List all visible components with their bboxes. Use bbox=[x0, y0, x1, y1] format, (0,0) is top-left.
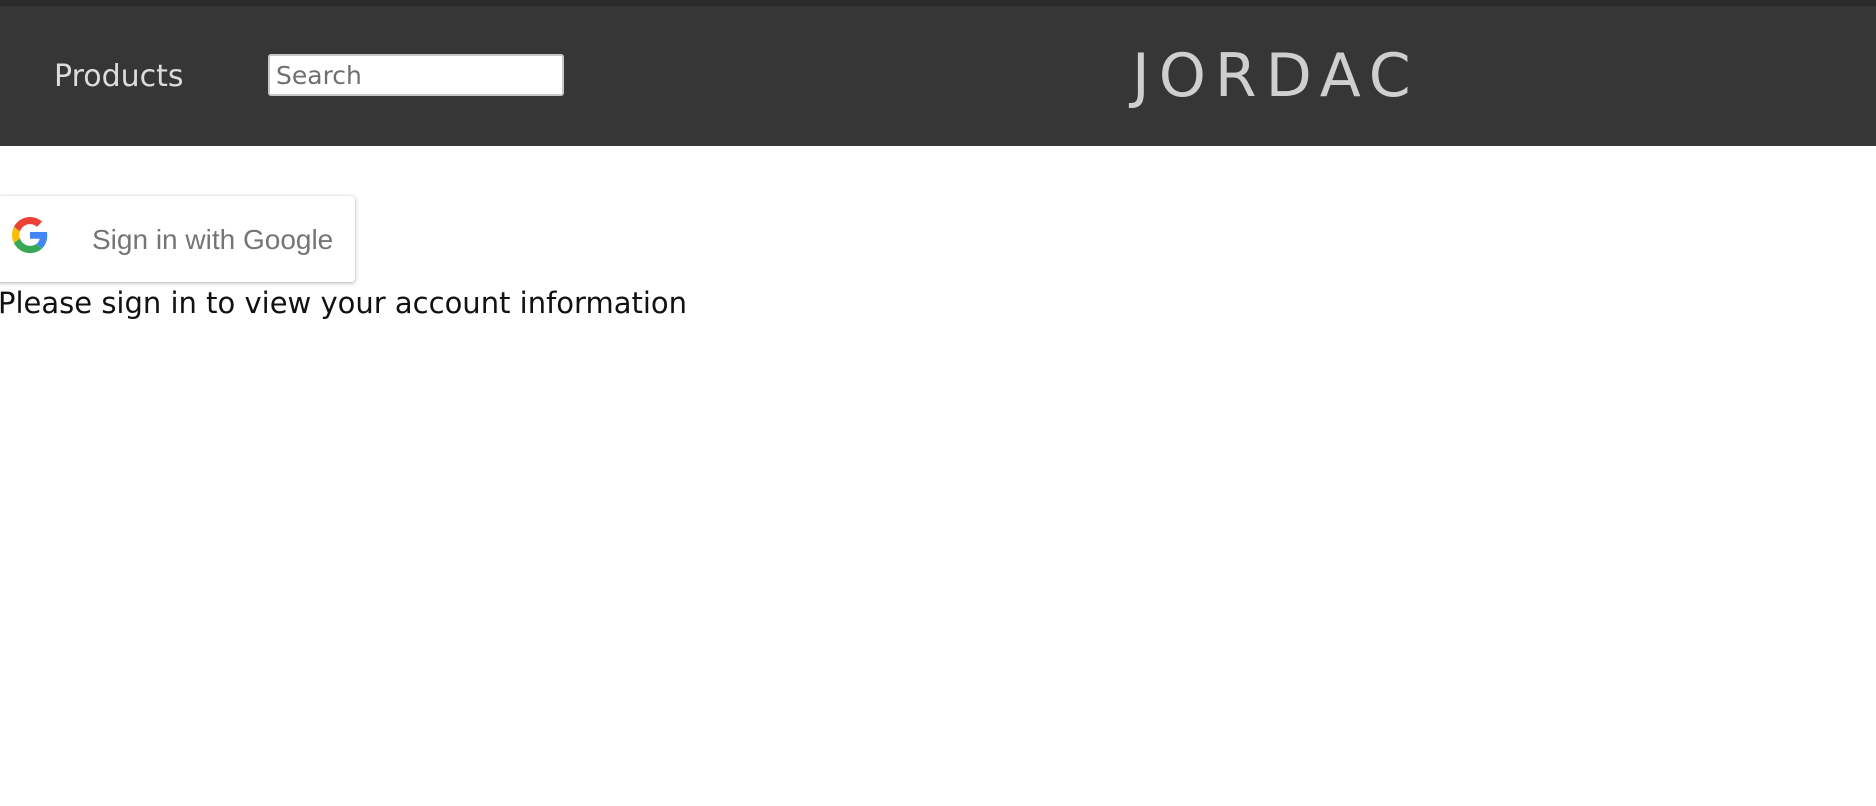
site-logo[interactable]: JORDAC bbox=[1132, 36, 1420, 116]
search-input[interactable] bbox=[268, 54, 564, 96]
google-g-icon bbox=[12, 217, 48, 253]
google-sign-in-button[interactable]: Sign in with Google bbox=[0, 196, 355, 282]
google-sign-in-label: Sign in with Google bbox=[92, 224, 334, 255]
sign-in-message: Please sign in to view your account info… bbox=[0, 286, 688, 320]
nav-link-products[interactable]: Products bbox=[54, 59, 184, 95]
site-header: Products JORDAC bbox=[0, 6, 1876, 146]
